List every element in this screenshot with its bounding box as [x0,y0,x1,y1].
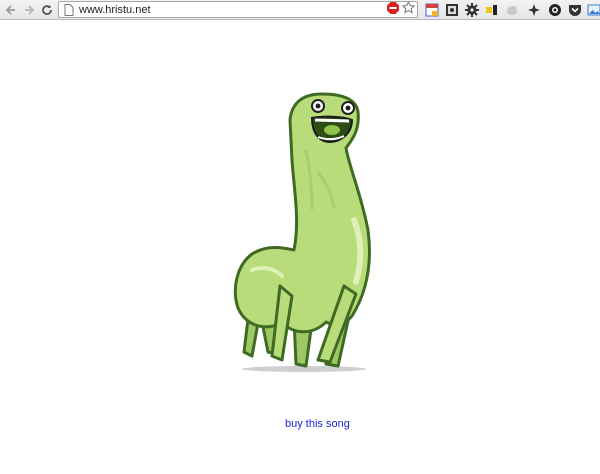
star-icon[interactable] [401,0,416,19]
adblock-icon[interactable] [387,1,399,19]
circle-target-icon[interactable] [547,2,563,18]
address-bar[interactable]: www.hristu.net [58,0,418,19]
key-icon[interactable] [484,2,500,18]
gear-icon[interactable] [464,2,480,18]
back-arrow-icon[interactable] [3,2,19,18]
calendar-icon[interactable] [424,2,440,18]
cloud-icon[interactable] [504,2,520,18]
image-icon[interactable] [586,2,600,18]
puzzle-icon[interactable] [526,2,542,18]
forward-arrow-icon[interactable] [21,2,37,18]
page-icon [62,3,76,17]
url-text: www.hristu.net [79,3,151,16]
llama-mascot-image [222,90,382,380]
browser-toolbar: www.hristu.net [0,0,600,20]
buy-song-link[interactable]: buy this song [285,418,350,430]
pocket-icon[interactable] [567,2,583,18]
reload-icon[interactable] [39,2,55,18]
screenshot-icon[interactable] [444,2,460,18]
